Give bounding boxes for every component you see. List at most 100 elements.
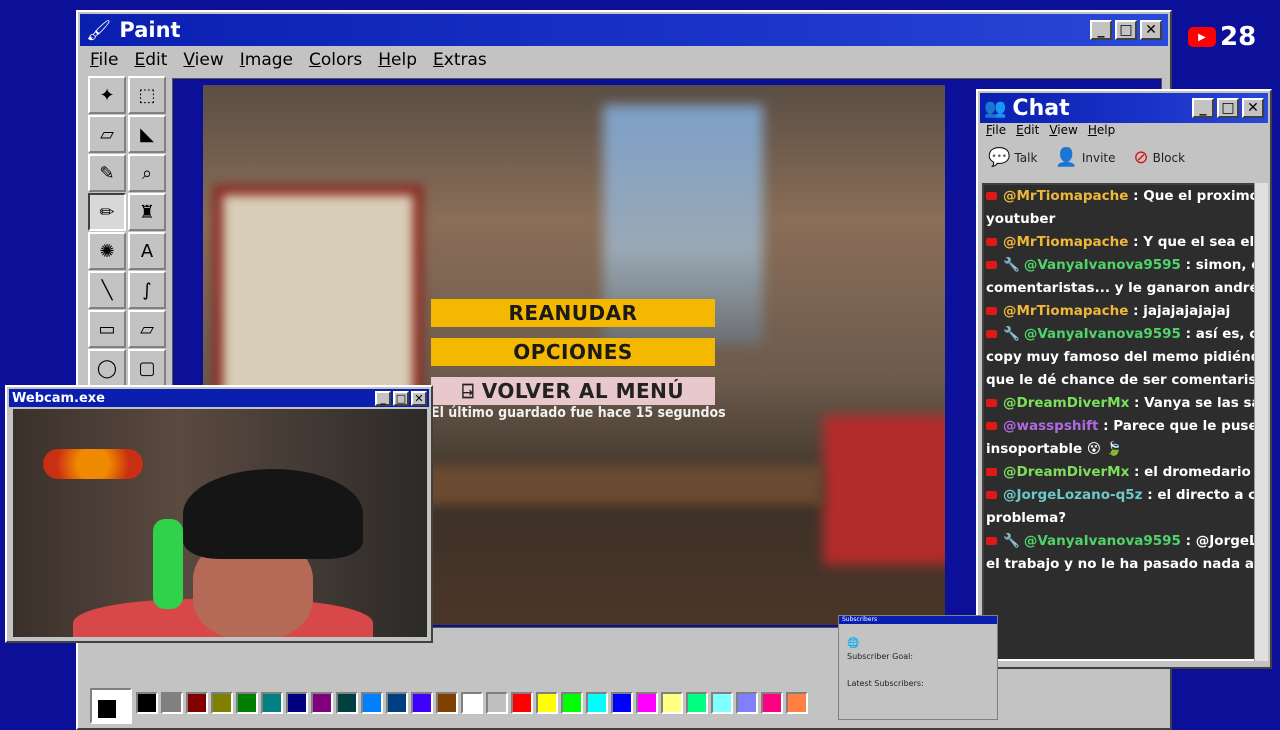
palette-swatch[interactable] bbox=[461, 692, 483, 714]
chat-message: @JorgeLozano-q5z : el directo a cada rat… bbox=[984, 484, 1256, 530]
close-button[interactable]: ✕ bbox=[1140, 20, 1162, 40]
magnifier-icon[interactable]: ⌕ bbox=[128, 154, 166, 192]
foreground-color[interactable] bbox=[96, 698, 118, 720]
chat-messages[interactable]: @MrTiomapache : Que el proximo proyecto y… bbox=[982, 183, 1258, 661]
palette-swatch[interactable] bbox=[136, 692, 158, 714]
curve-icon[interactable]: ∫ bbox=[128, 271, 166, 309]
invite-icon: 👤 bbox=[1055, 147, 1078, 168]
ellipse-icon[interactable]: ◯ bbox=[88, 349, 126, 387]
current-colors[interactable] bbox=[90, 688, 132, 724]
chat-message: @MrTiomapache : Y que el sea el que cali… bbox=[984, 231, 1256, 254]
minimize-button[interactable]: _ bbox=[1090, 20, 1112, 40]
palette-swatch[interactable] bbox=[186, 692, 208, 714]
chat-username[interactable]: @wasspshift bbox=[1003, 418, 1098, 434]
chat-text: : Vanya se las sabe varias bbox=[1134, 395, 1256, 411]
chat-scrollbar[interactable] bbox=[1254, 183, 1268, 661]
webcam-titlebar[interactable]: Webcam.exe _ □ ✕ bbox=[9, 389, 429, 407]
brush-icon[interactable]: ♜ bbox=[128, 193, 166, 231]
options-button[interactable]: OPCIONES bbox=[431, 338, 715, 366]
pencil-icon[interactable]: ✏ bbox=[88, 193, 126, 231]
chat-username[interactable]: @DreamDiverMx bbox=[1003, 395, 1129, 411]
headset bbox=[153, 519, 183, 609]
menu-colors[interactable]: Colors bbox=[309, 50, 362, 70]
eraser-icon[interactable]: ▱ bbox=[88, 115, 126, 153]
chat-username[interactable]: @MrTiomapache bbox=[1003, 303, 1128, 319]
palette-swatch[interactable] bbox=[336, 692, 358, 714]
menu-help[interactable]: Help bbox=[378, 50, 417, 70]
chat-menu-view[interactable]: View bbox=[1049, 123, 1077, 137]
chat-menu-edit[interactable]: Edit bbox=[1016, 123, 1039, 137]
palette-swatch[interactable] bbox=[161, 692, 183, 714]
block-button[interactable]: ⊘ Block bbox=[1134, 147, 1186, 168]
picker-icon[interactable]: ✎ bbox=[88, 154, 126, 192]
fill-icon[interactable]: ◣ bbox=[128, 115, 166, 153]
paint-titlebar[interactable]: 🖌 Paint _ □ ✕ bbox=[80, 14, 1168, 46]
invite-button[interactable]: 👤 Invite bbox=[1055, 147, 1115, 168]
polygon-icon[interactable]: ▱ bbox=[128, 310, 166, 348]
palette-swatch[interactable] bbox=[611, 692, 633, 714]
palette-swatch[interactable] bbox=[586, 692, 608, 714]
webcam-close-button[interactable]: ✕ bbox=[411, 390, 427, 406]
chat-username[interactable]: @DreamDiverMx bbox=[1003, 464, 1129, 480]
chat-maximize-button[interactable]: □ bbox=[1217, 98, 1239, 118]
chat-menu-help[interactable]: Help bbox=[1088, 123, 1115, 137]
chat-username[interactable]: @VanyaIvanova9595 bbox=[1024, 257, 1181, 273]
menu-edit[interactable]: Edit bbox=[134, 50, 167, 70]
chat-text: : simon, en su día hi bbox=[1185, 257, 1256, 273]
palette-swatch[interactable] bbox=[786, 692, 808, 714]
text-icon[interactable]: A bbox=[128, 232, 166, 270]
talk-button[interactable]: 💬 Talk bbox=[988, 147, 1037, 168]
palette-swatch[interactable] bbox=[311, 692, 333, 714]
chat-username[interactable]: @VanyaIvanova9595 bbox=[1024, 533, 1181, 549]
rectangle-icon[interactable]: ▭ bbox=[88, 310, 126, 348]
palette-swatch[interactable] bbox=[561, 692, 583, 714]
rect-select-icon[interactable]: ⬚ bbox=[128, 76, 166, 114]
palette-swatch[interactable] bbox=[211, 692, 233, 714]
chat-username[interactable]: @JorgeLozano-q5z bbox=[1003, 487, 1143, 503]
palette-swatch[interactable] bbox=[511, 692, 533, 714]
chat-window: 👥 Chat _ □ ✕ File Edit View Help 💬 Talk 👤… bbox=[976, 89, 1272, 669]
palette-swatch[interactable] bbox=[386, 692, 408, 714]
maximize-button[interactable]: □ bbox=[1115, 20, 1137, 40]
palette-swatch[interactable] bbox=[286, 692, 308, 714]
line-icon[interactable]: ╲ bbox=[88, 271, 126, 309]
palette-swatch[interactable] bbox=[436, 692, 458, 714]
person-cap bbox=[183, 469, 363, 559]
menu-file[interactable]: File bbox=[90, 50, 118, 70]
webcam-minimize-button[interactable]: _ bbox=[375, 390, 391, 406]
back-to-menu-button[interactable]: ⍈ VOLVER AL MENÚ bbox=[431, 377, 715, 405]
talk-label: Talk bbox=[1014, 150, 1038, 165]
chat-text-continued: el trabajo y no le ha pasado nada al dir… bbox=[986, 556, 1258, 572]
chat-close-button[interactable]: ✕ bbox=[1242, 98, 1264, 118]
chat-message: 🔧@VanyaIvanova9595 : simon, en su día hi… bbox=[984, 254, 1256, 300]
palette-swatch[interactable] bbox=[411, 692, 433, 714]
palette-swatch[interactable] bbox=[686, 692, 708, 714]
palette-swatch[interactable] bbox=[761, 692, 783, 714]
chat-menu-file[interactable]: File bbox=[986, 123, 1006, 137]
chat-titlebar[interactable]: 👥 Chat _ □ ✕ bbox=[980, 93, 1268, 123]
resume-button[interactable]: REANUDAR bbox=[431, 299, 715, 327]
menu-extras[interactable]: Extras bbox=[433, 50, 487, 70]
palette-swatch[interactable] bbox=[636, 692, 658, 714]
palette-swatch[interactable] bbox=[361, 692, 383, 714]
menu-image[interactable]: Image bbox=[240, 50, 293, 70]
airbrush-icon[interactable]: ✺ bbox=[88, 232, 126, 270]
free-select-icon[interactable]: ✦ bbox=[88, 76, 126, 114]
webcam-maximize-button[interactable]: □ bbox=[393, 390, 409, 406]
fruit-decoration bbox=[43, 449, 143, 479]
palette-swatch[interactable] bbox=[711, 692, 733, 714]
rounded-rect-icon[interactable]: ▢ bbox=[128, 349, 166, 387]
chat-username[interactable]: @VanyaIvanova9595 bbox=[1024, 326, 1181, 342]
latest-subscribers-label: Latest Subscribers: bbox=[847, 679, 924, 688]
palette-swatch[interactable] bbox=[261, 692, 283, 714]
palette-swatch[interactable] bbox=[536, 692, 558, 714]
chat-text-continued: comentaristas... y le ganaron andrés vac… bbox=[986, 280, 1256, 296]
palette-swatch[interactable] bbox=[486, 692, 508, 714]
chat-username[interactable]: @MrTiomapache bbox=[1003, 188, 1128, 204]
palette-swatch[interactable] bbox=[736, 692, 758, 714]
chat-minimize-button[interactable]: _ bbox=[1192, 98, 1214, 118]
menu-view[interactable]: View bbox=[183, 50, 223, 70]
chat-username[interactable]: @MrTiomapache bbox=[1003, 234, 1128, 250]
palette-swatch[interactable] bbox=[236, 692, 258, 714]
palette-swatch[interactable] bbox=[661, 692, 683, 714]
